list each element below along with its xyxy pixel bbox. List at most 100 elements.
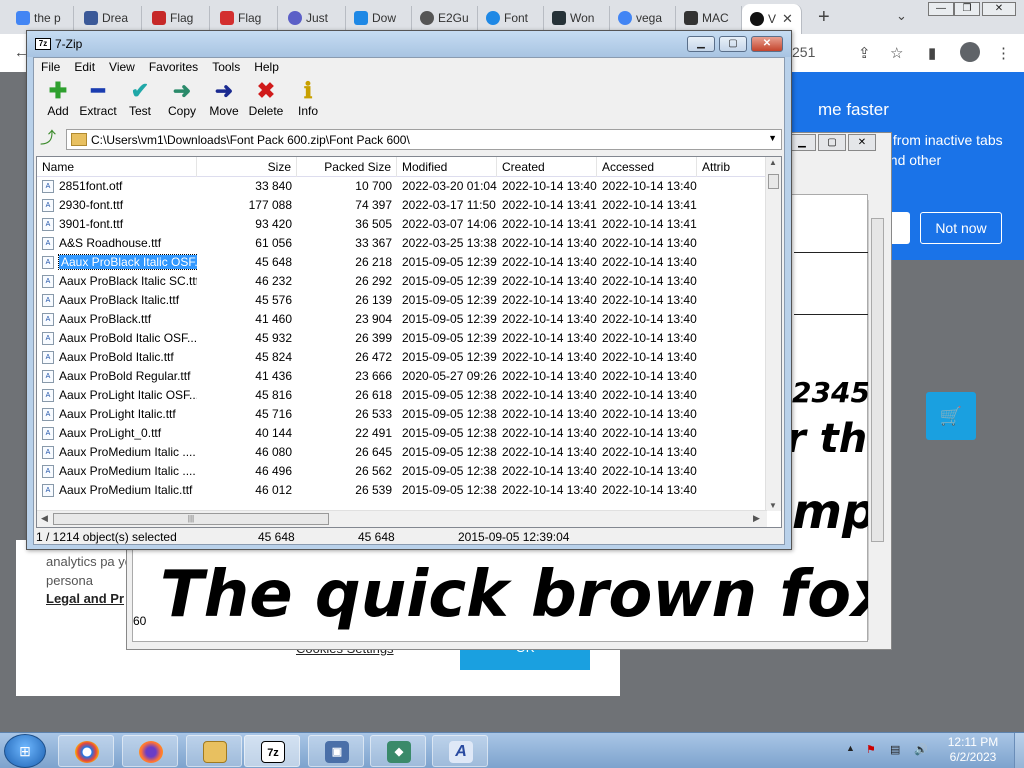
extract-button[interactable]: ━ Extract [76,78,120,122]
horizontal-scrollbar[interactable]: ◀ ||| ▶ [37,510,767,527]
browser-tab[interactable]: Flag [144,6,210,30]
browser-menu-icon[interactable]: ⋮ [996,44,1011,62]
column-name[interactable]: Name [37,157,197,177]
taskbar-installer[interactable]: ◆ [370,735,426,767]
browser-tab[interactable]: the p [8,6,74,30]
browser-tab[interactable]: Drea [76,6,142,30]
chevron-down-icon[interactable]: ▼ [768,133,777,143]
network-tray-icon[interactable]: ▤ [890,743,900,756]
file-row[interactable]: A 3901-font.ttf 93 420 36 505 2022-03-07 14:… [37,215,767,234]
copy-button[interactable]: ➜ Copy [160,78,204,122]
scrollbar-thumb[interactable] [768,174,779,189]
file-list[interactable]: Name Size Packed Size Modified Created A… [36,156,782,528]
file-row[interactable]: A Aaux ProMedium Italic .... 46 080 26 645 2… [37,443,767,462]
file-row[interactable]: A Aaux ProMedium Italic.ttf 46 012 26 539 20… [37,481,767,500]
column-created[interactable]: Created [497,157,597,177]
clock[interactable]: 12:11 PM 6/2/2023 [940,735,1006,765]
action-center-icon[interactable]: ⚑ [866,743,876,756]
font-viewer-icon: A [449,741,473,763]
column-packed-size[interactable]: Packed Size [297,157,397,177]
browser-tab[interactable]: Font [478,6,544,30]
taskbar-explorer[interactable] [186,735,242,767]
browser-tab[interactable]: MAC [676,6,742,30]
column-attrib[interactable]: Attrib [697,157,767,177]
info-button[interactable]: ℹ Info [286,78,330,122]
column-accessed[interactable]: Accessed [597,157,697,177]
menu-favorites[interactable]: Favorites [142,58,205,76]
add-button[interactable]: ✚ Add [36,78,80,122]
preview-close-button[interactable]: ✕ [848,134,876,151]
omnibox-url-tail[interactable]: 251 [792,44,815,60]
browser-minimize-button[interactable]: — [928,2,954,16]
sevenzip-titlebar[interactable]: 7z 7-Zip ▁ ▢ ✕ [27,31,791,57]
browser-tab[interactable]: Won [544,6,610,30]
cart-icon[interactable]: 🛒 [926,392,976,440]
scrollbar-thumb[interactable] [871,218,884,542]
browser-close-button[interactable]: ✕ [982,2,1016,16]
legal-link[interactable]: Legal and Pr [46,591,124,606]
file-row[interactable]: A Aaux ProBlack Italic.ttf 45 576 26 139 201… [37,291,767,310]
preview-line-mps: mps [792,484,868,540]
minimize-button[interactable]: ▁ [687,36,715,52]
tray-expand-icon[interactable]: ▲ [846,743,855,753]
delete-button[interactable]: ✖ Delete [244,78,288,122]
file-row[interactable]: A 2930-font.ttf 177 088 74 397 2022-03-17 11… [37,196,767,215]
taskbar-network[interactable]: ▣ [308,735,364,767]
column-size[interactable]: Size [197,157,297,177]
close-tab-icon[interactable]: ✕ [782,11,793,27]
file-row[interactable]: A Aaux ProBold Regular.ttf 41 436 23 666 202… [37,367,767,386]
browser-restore-button[interactable]: ❐ [954,2,980,16]
folder-up-icon[interactable]: ⤴ [38,130,58,148]
menu-edit[interactable]: Edit [67,58,102,76]
scroll-down-icon[interactable]: ▼ [769,501,777,510]
file-row[interactable]: A Aaux ProMedium Italic .... 46 496 26 562 2… [37,462,767,481]
file-row[interactable]: A Aaux ProBlack.ttf 41 460 23 904 2015-09-05… [37,310,767,329]
start-button[interactable]: ⊞ [4,734,46,768]
file-row[interactable]: A Aaux ProLight_0.ttf 40 144 22 491 2015-09-… [37,424,767,443]
file-row[interactable]: A 2851font.otf 33 840 10 700 2022-03-20 01:0… [37,177,767,196]
maximize-button[interactable]: ▢ [719,36,747,52]
preview-maximize-button[interactable]: ▢ [818,134,846,151]
share-icon[interactable]: ⇪ [858,44,871,62]
browser-tab[interactable]: Just [280,6,346,30]
taskbar-7zip[interactable]: 7z [244,735,300,767]
scroll-right-icon[interactable]: ▶ [753,513,760,524]
file-row[interactable]: A Aaux ProLight Italic OSF.... 45 816 26 61… [37,386,767,405]
browser-tab[interactable]: E2Gu [412,6,478,30]
browser-tab[interactable]: Flag [212,6,278,30]
preview-minimize-button[interactable]: ▁ [788,134,816,151]
scrollbar-thumb[interactable]: ||| [53,513,329,525]
file-row[interactable]: A Aaux ProBold Italic OSF.... 45 932 26 399… [37,329,767,348]
menu-file[interactable]: File [34,58,67,76]
menu-tools[interactable]: Tools [205,58,247,76]
file-row[interactable]: A Aaux ProBlack Italic SC.ttf 46 232 26 292… [37,272,767,291]
file-row[interactable]: A Aaux ProBlack Italic OSF.... 45 648 26 21… [37,253,767,272]
bookmark-star-icon[interactable]: ☆ [890,44,903,62]
column-modified[interactable]: Modified [397,157,497,177]
taskbar-firefox[interactable] [122,735,178,767]
new-tab-button[interactable]: + [818,6,830,29]
menu-help[interactable]: Help [247,58,286,76]
file-row[interactable]: A Aaux ProLight Italic.ttf 45 716 26 533 201… [37,405,767,424]
scroll-left-icon[interactable]: ◀ [41,513,48,524]
vertical-scrollbar[interactable]: ▲ ▼ [765,157,781,511]
test-button[interactable]: ✔ Test [118,78,162,122]
file-row[interactable]: A A&S Roadhouse.ttf 61 056 33 367 2022-03-25… [37,234,767,253]
browser-tab[interactable]: Dow [346,6,412,30]
menu-view[interactable]: View [102,58,142,76]
taskbar-font-viewer[interactable]: A [432,735,488,767]
show-desktop-button[interactable] [1014,733,1024,768]
move-button[interactable]: ➜ Move [202,78,246,122]
file-row[interactable]: A Aaux ProBold Italic.ttf 45 824 26 472 2015… [37,348,767,367]
scroll-up-icon[interactable]: ▲ [769,158,777,167]
profile-avatar-icon[interactable] [960,42,980,62]
tab-search-icon[interactable]: ⌄ [896,8,907,24]
preview-scrollbar[interactable] [868,200,886,640]
address-input[interactable]: C:\Users\vm1\Downloads\Font Pack 600.zip… [66,129,782,150]
volume-icon[interactable]: 🔊 [914,743,928,756]
browser-tab[interactable]: vega [610,6,676,30]
side-panel-icon[interactable]: ▮ [928,44,936,62]
close-button[interactable]: ✕ [751,36,783,52]
taskbar-chrome[interactable] [58,735,114,767]
not-now-button[interactable]: Not now [920,212,1002,244]
